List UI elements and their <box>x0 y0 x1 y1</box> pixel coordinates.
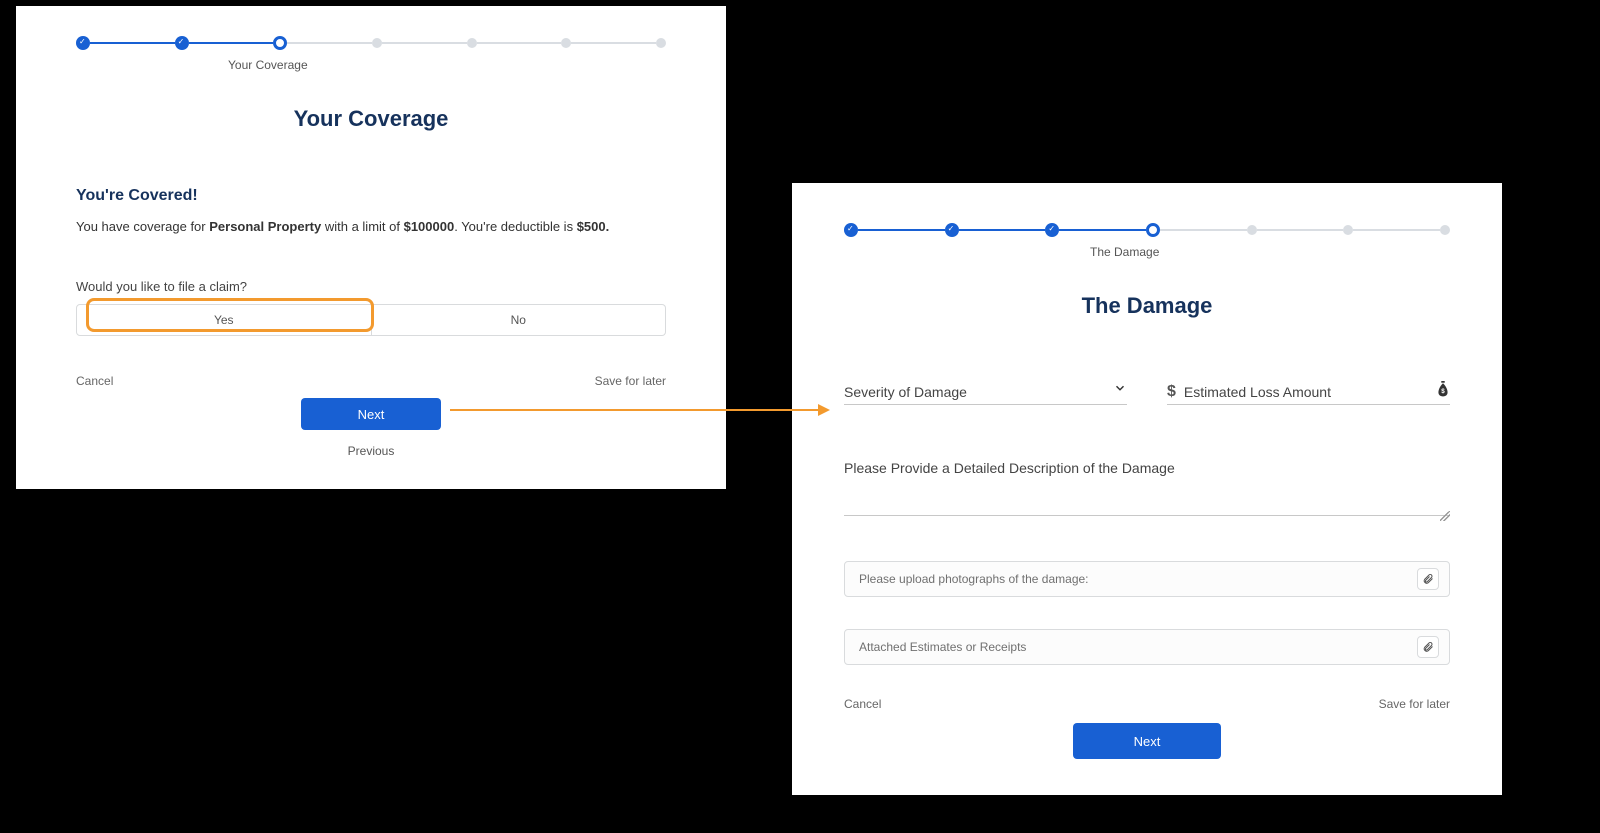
progress-step-3 <box>1045 223 1059 237</box>
save-for-later-link[interactable]: Save for later <box>1379 697 1450 711</box>
progress-step-4 <box>372 38 382 48</box>
severity-input[interactable] <box>844 384 1127 400</box>
progress-indicator <box>844 223 1450 237</box>
file-claim-question: Would you like to file a claim? <box>76 279 666 294</box>
upload-receipts-box[interactable]: Attached Estimates or Receipts <box>844 629 1450 665</box>
covered-heading: You're Covered! <box>76 187 666 205</box>
progress-step-5 <box>1247 225 1257 235</box>
yes-no-group: Yes No <box>76 304 666 336</box>
page-title: Your Coverage <box>76 106 666 132</box>
progress-step-5 <box>467 38 477 48</box>
description-textarea[interactable] <box>844 498 1450 516</box>
description-label: Please Provide a Detailed Description of… <box>844 460 1450 476</box>
save-for-later-link[interactable]: Save for later <box>595 374 666 388</box>
page-title: The Damage <box>844 293 1450 319</box>
progress-step-2 <box>175 36 189 50</box>
previous-button[interactable]: Previous <box>348 444 395 458</box>
damage-panel: The Damage The Damage $ $ Please Provide… <box>792 183 1502 795</box>
progress-step-1 <box>844 223 858 237</box>
next-button[interactable]: Next <box>301 398 441 430</box>
no-button[interactable]: No <box>372 304 667 336</box>
yes-button[interactable]: Yes <box>76 304 372 336</box>
upload-receipts-label: Attached Estimates or Receipts <box>859 640 1026 654</box>
coverage-summary: You have coverage for Personal Property … <box>76 219 666 234</box>
coverage-panel: Your Coverage Your Coverage You're Cover… <box>16 6 726 489</box>
progress-step-3-active <box>273 36 287 50</box>
paperclip-icon <box>1417 568 1439 590</box>
paperclip-icon <box>1417 636 1439 658</box>
loss-amount-field[interactable]: $ $ <box>1167 379 1450 405</box>
loss-amount-input[interactable] <box>1184 384 1450 400</box>
coverage-type: Personal Property <box>209 219 321 234</box>
progress-step-2 <box>945 223 959 237</box>
progress-indicator <box>76 36 666 50</box>
cancel-link[interactable]: Cancel <box>844 697 881 711</box>
progress-step-6 <box>1343 225 1353 235</box>
dollar-icon: $ <box>1167 383 1176 401</box>
progress-step-label: Your Coverage <box>228 58 308 72</box>
progress-step-6 <box>561 38 571 48</box>
upload-photos-label: Please upload photographs of the damage: <box>859 572 1089 586</box>
severity-field[interactable] <box>844 379 1127 405</box>
money-bag-icon: $ <box>1436 381 1450 397</box>
progress-step-1 <box>76 36 90 50</box>
progress-step-7 <box>656 38 666 48</box>
progress-step-4-active <box>1146 223 1160 237</box>
svg-text:$: $ <box>1441 388 1445 395</box>
upload-photos-box[interactable]: Please upload photographs of the damage: <box>844 561 1450 597</box>
coverage-limit: $100000 <box>404 219 455 234</box>
deductible-amount: $500. <box>577 219 610 234</box>
progress-step-label: The Damage <box>1090 245 1159 259</box>
cancel-link[interactable]: Cancel <box>76 374 113 388</box>
chevron-down-icon <box>1113 381 1127 395</box>
progress-step-7 <box>1440 225 1450 235</box>
next-button[interactable]: Next <box>1073 723 1221 759</box>
